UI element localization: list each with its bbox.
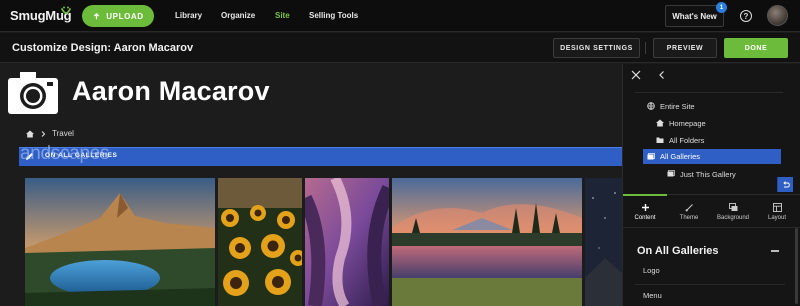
gallery-title-ghost: andscapes [20,143,110,164]
brush-icon [685,204,693,212]
tree-item-entire-site[interactable]: Entire Site [647,99,695,113]
folder-icon [656,137,664,143]
tree-item-label: Entire Site [660,101,695,111]
tree-item-homepage[interactable]: Homepage [656,116,706,130]
gallery-photo[interactable] [305,178,389,306]
nav-library[interactable]: Library [175,11,202,20]
breadcrumb: Travel [26,129,74,138]
plus-icon [641,204,649,211]
site-title[interactable]: Aaron Macarov [72,76,270,107]
upload-label: UPLOAD [106,11,144,21]
gallery-photo[interactable] [585,178,622,306]
active-tab-indicator [623,194,667,196]
breadcrumb-item[interactable]: Travel [52,129,74,138]
gallery-photo[interactable] [392,178,582,306]
smugmug-smile-icon [61,6,71,14]
done-button[interactable]: DONE [724,38,788,58]
nav-selling-tools[interactable]: Selling Tools [309,11,358,20]
tab-label: Layout [767,215,786,221]
upload-icon [94,12,100,19]
tree-item-all-folders[interactable]: All Folders [656,133,704,147]
site-preview: Aaron Macarov Travel ON ALL GALLERIES an… [0,64,622,306]
gallery-photo[interactable] [218,178,302,306]
question-circle-icon[interactable]: ? [740,10,752,22]
design-settings-button[interactable]: DESIGN SETTINGS [553,38,640,58]
tab-label: Content [634,215,656,221]
gallery-icon [647,152,655,159]
tab-layout[interactable]: Layout [755,195,799,229]
collapse-icon[interactable] [771,250,779,252]
scope-tree: Entire Site Homepage All Folders All Gal… [635,92,793,192]
tab-background[interactable]: Background [711,195,755,229]
tree-item-label: All Folders [669,135,705,145]
gallery-photo[interactable] [25,178,215,306]
chevron-right-icon [41,130,46,137]
background-icon [728,203,737,211]
customize-panel: Entire Site Homepage All Folders All Gal… [622,64,800,306]
tab-content[interactable]: Content [623,195,667,229]
tree-item-just-this-gallery[interactable]: Just This Gallery [667,167,736,181]
upload-button[interactable]: UPLOAD [82,5,154,27]
option-logo[interactable]: Logo [643,266,660,275]
nav-organize[interactable]: Organize [221,11,255,20]
tab-theme[interactable]: Theme [667,195,711,229]
preview-button[interactable]: PREVIEW [653,38,717,58]
camera-logo-icon[interactable] [6,70,60,116]
home-icon[interactable] [26,130,34,138]
divider [635,284,785,285]
globe-icon [647,102,655,110]
tree-item-label: Just This Gallery [680,169,736,179]
panel-tabs: Content Theme Background Layout [623,194,800,228]
top-navigation: SmugMug UPLOAD Library Organize Site Sel… [0,0,800,32]
gallery-icon [667,170,675,177]
tree-item-label: All Galleries [660,152,701,161]
section-title: On All Galleries [637,245,719,257]
avatar[interactable] [767,5,788,26]
close-icon[interactable] [631,70,641,80]
chevron-left-icon[interactable] [657,70,667,80]
reset-button[interactable] [777,177,793,192]
tree-item-all-galleries[interactable]: All Galleries [643,149,781,164]
tab-label: Theme [679,215,699,221]
panel-scrollbar[interactable] [795,228,798,304]
tree-item-label: Homepage [669,118,706,128]
layout-icon [772,203,782,212]
tab-label: Background [716,215,750,221]
option-menu[interactable]: Menu [643,291,662,300]
page-title: Customize Design: Aaron Macarov [12,42,194,54]
gallery-highlight-strip[interactable]: ON ALL GALLERIES [19,147,622,166]
undo-icon [782,180,790,187]
divider [645,42,646,54]
notification-badge: 1 [716,2,727,13]
home-icon [656,119,664,127]
nav-site[interactable]: Site [275,11,290,20]
customize-bar: Customize Design: Aaron Macarov DESIGN S… [0,33,800,63]
